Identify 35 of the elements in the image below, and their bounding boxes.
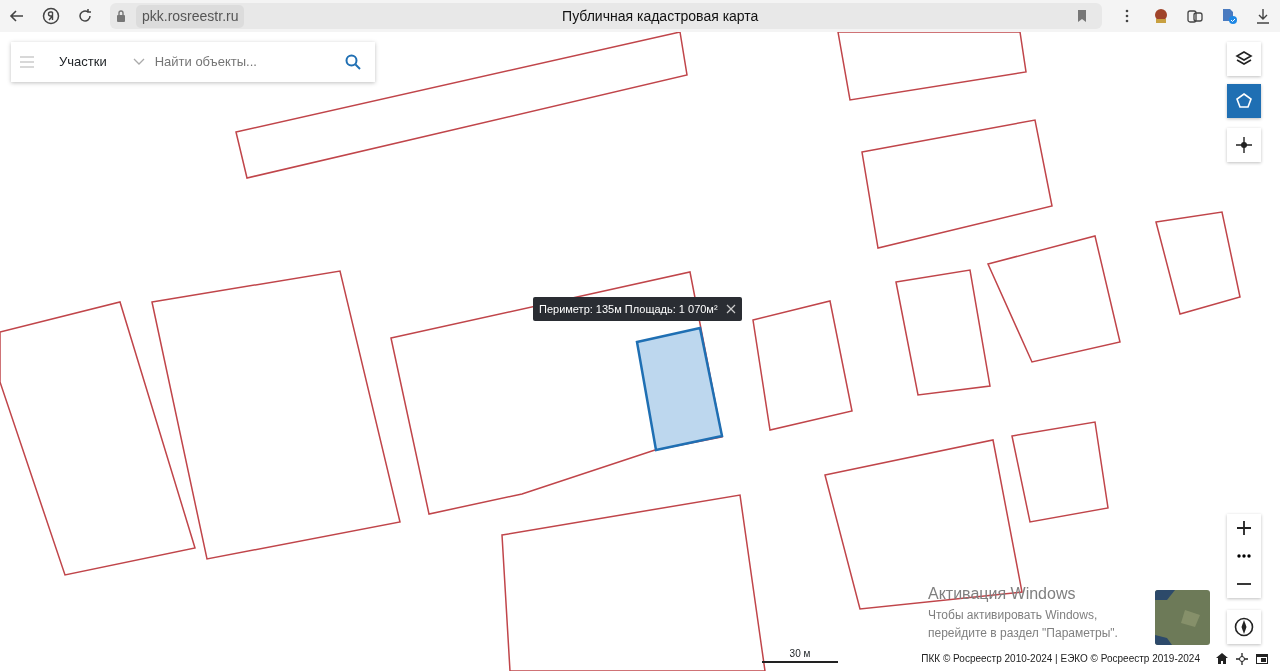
compass-icon [1234, 617, 1254, 637]
close-icon[interactable] [725, 304, 736, 314]
zoom-out-button[interactable] [1227, 570, 1261, 598]
minus-icon [1237, 583, 1251, 585]
reload-icon[interactable] [76, 7, 94, 25]
activation-text: Чтобы активировать Windows, перейдите в раздел "Параметры". [928, 607, 1119, 642]
plus-icon [1237, 521, 1251, 535]
target-icon [1234, 135, 1254, 155]
browser-logo-icon[interactable] [42, 7, 60, 25]
fullscreen-icon[interactable] [1256, 653, 1268, 664]
security-icon[interactable] [1220, 7, 1238, 25]
crosshair-icon[interactable] [1236, 652, 1248, 665]
activation-title: Активация Windows [928, 584, 1077, 604]
lock-icon [114, 9, 128, 23]
target-tool-button[interactable] [1227, 128, 1261, 162]
minimap-thumbnail[interactable] [1155, 590, 1210, 645]
search-icon[interactable] [345, 54, 361, 70]
polygon-tool-button[interactable] [1227, 84, 1261, 118]
download-icon[interactable] [1254, 7, 1272, 25]
zoom-in-button[interactable] [1227, 514, 1261, 542]
measure-text: Периметр: 135м Площадь: 1 070м² [539, 301, 718, 317]
compass-button[interactable] [1227, 610, 1261, 644]
address-bar[interactable]: pkk.rosreestr.ru Публичная кадастровая карта [110, 3, 1102, 29]
scale-bar: 30 м [762, 646, 838, 663]
layers-tool-button[interactable] [1227, 42, 1261, 76]
layer-select[interactable]: Участки [59, 52, 107, 72]
extension-icon[interactable] [1152, 7, 1170, 25]
home-icon[interactable] [1216, 653, 1228, 664]
dots-icon [1237, 554, 1251, 558]
url-text: pkk.rosreestr.ru [136, 4, 245, 28]
collections-icon[interactable] [1186, 7, 1204, 25]
bookmark-icon[interactable] [1076, 9, 1088, 23]
polygon-icon [1234, 91, 1254, 111]
page-title: Публичная кадастровая карта [561, 6, 760, 26]
attribution-text: ПКК © Росреестр 2010-2024 | ЕЭКО © Росреестр 2019-2024 [921, 652, 1200, 666]
